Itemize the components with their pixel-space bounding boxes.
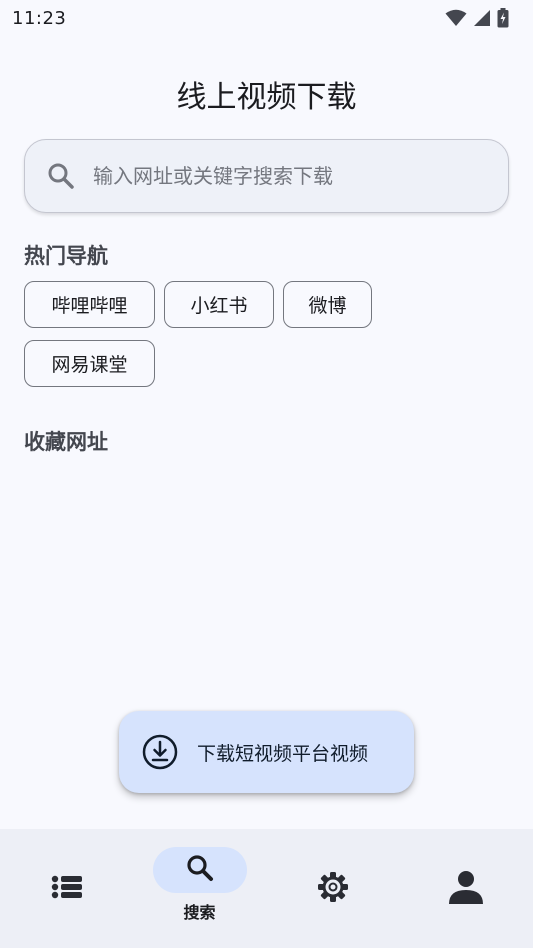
list-icon [51, 873, 83, 905]
nav-indicator [20, 866, 114, 912]
status-bar: 11:23 [0, 0, 533, 36]
search-bar[interactable] [24, 139, 509, 213]
chip-weibo[interactable]: 微博 [283, 281, 372, 328]
app-screen: 11:23 线上视频下载 输入网址或关键字搜索下载 热门导航 哔哩哔哩 小红书 … [0, 0, 533, 948]
chip-netease-class[interactable]: 网易课堂 [24, 340, 155, 387]
hot-nav-title: 热门导航 [24, 244, 108, 268]
search-icon [47, 162, 75, 190]
nav-item-search[interactable]: 搜索 [133, 829, 266, 948]
person-icon [448, 869, 484, 909]
favorites-title: 收藏网址 [24, 430, 108, 454]
chip-xiaohongshu[interactable]: 小红书 [164, 281, 274, 328]
nav-indicator-active [152, 847, 247, 893]
search-input[interactable] [93, 164, 486, 188]
battery-charging-icon [497, 8, 509, 28]
download-short-video-fab[interactable]: 下载短视频平台视频 [119, 711, 414, 793]
fab-label: 下载短视频平台视频 [197, 743, 369, 765]
wifi-icon [445, 9, 467, 27]
status-time: 11:23 [12, 7, 67, 29]
nav-item-settings[interactable] [266, 829, 399, 948]
nav-item-profile[interactable] [399, 829, 532, 948]
nav-item-list[interactable] [0, 829, 133, 948]
download-circle-icon [141, 733, 179, 771]
chip-bilibili[interactable]: 哔哩哔哩 [24, 281, 155, 328]
bottom-navigation: 搜索 [0, 829, 533, 948]
nav-indicator [286, 866, 380, 912]
gear-icon [317, 871, 349, 907]
cell-signal-icon [473, 9, 491, 27]
page-title: 线上视频下载 [176, 80, 357, 115]
status-icons [445, 8, 509, 28]
nav-indicator [419, 866, 513, 912]
nav-label-search: 搜索 [183, 903, 216, 922]
search-icon [186, 854, 214, 886]
